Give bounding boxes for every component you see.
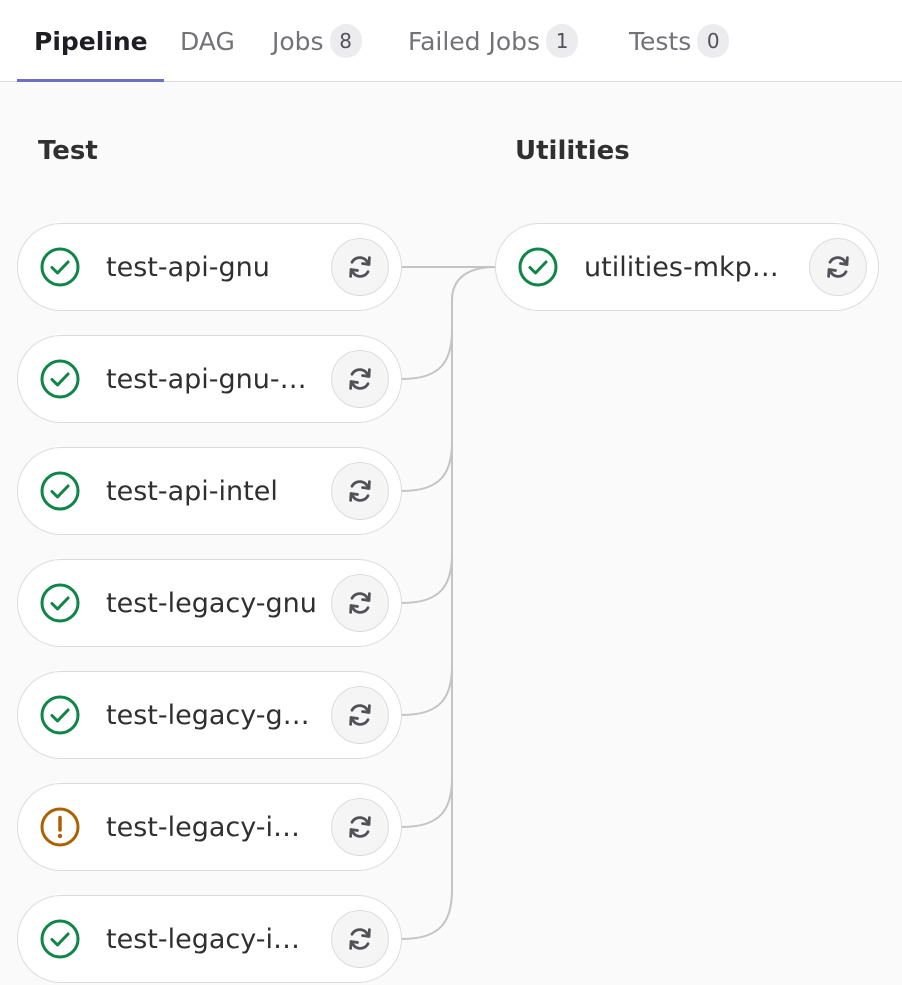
check-circle-icon <box>40 583 80 623</box>
tab-failed-jobs[interactable]: Failed Jobs 1 <box>408 0 579 82</box>
tab-label: DAG <box>180 26 235 56</box>
check-circle-icon <box>40 471 80 511</box>
job-name: test-api-gnu <box>106 251 270 283</box>
retry-icon <box>349 256 371 278</box>
stage-title-utilities: Utilities <box>515 136 630 166</box>
job-test-api-gnu-2[interactable]: test-api-gnu-… <box>17 335 402 423</box>
connector-line <box>401 300 453 940</box>
retry-button[interactable] <box>331 238 389 296</box>
check-circle-icon <box>40 247 80 287</box>
retry-icon <box>349 592 371 614</box>
job-name: test-legacy-g… <box>106 699 310 731</box>
job-test-legacy-g[interactable]: test-legacy-g… <box>17 671 402 759</box>
job-name: test-api-gnu-… <box>106 363 307 395</box>
job-name: test-legacy-i… <box>106 923 300 955</box>
check-circle-icon <box>518 247 558 287</box>
tab-jobs[interactable]: Jobs 8 <box>272 0 362 82</box>
job-utilities-mkp[interactable]: utilities-mkp… <box>495 223 879 311</box>
retry-button[interactable] <box>331 350 389 408</box>
tab-dag[interactable]: DAG <box>180 0 235 82</box>
check-circle-icon <box>40 695 80 735</box>
retry-icon <box>349 368 371 390</box>
failed-jobs-count-badge: 1 <box>546 24 579 58</box>
tab-pipeline[interactable]: Pipeline <box>34 0 148 82</box>
job-test-api-intel[interactable]: test-api-intel <box>17 447 402 535</box>
stage-title-test: Test <box>38 136 98 166</box>
exclamation-circle-icon <box>40 807 80 847</box>
job-test-legacy-i-warning[interactable]: test-legacy-i… <box>17 783 402 871</box>
retry-icon <box>349 704 371 726</box>
tab-label: Jobs <box>272 26 324 56</box>
tab-label: Tests <box>629 26 692 56</box>
retry-button[interactable] <box>331 574 389 632</box>
connector-line <box>401 266 496 380</box>
active-tab-indicator <box>17 79 164 82</box>
retry-button[interactable] <box>331 798 389 856</box>
job-name: test-legacy-i… <box>106 811 300 843</box>
retry-button[interactable] <box>809 238 867 296</box>
connector-line <box>401 300 453 492</box>
job-name: utilities-mkp… <box>584 251 779 283</box>
connector-line <box>401 300 453 604</box>
retry-button[interactable] <box>331 686 389 744</box>
job-name: test-api-intel <box>106 475 278 507</box>
retry-icon <box>349 928 371 950</box>
job-test-api-gnu[interactable]: test-api-gnu <box>17 223 402 311</box>
check-circle-icon <box>40 919 80 959</box>
check-circle-icon <box>40 359 80 399</box>
tab-label: Failed Jobs <box>408 26 541 56</box>
retry-button[interactable] <box>331 910 389 968</box>
job-name: test-legacy-gnu <box>106 587 317 619</box>
retry-icon <box>349 816 371 838</box>
tab-tests[interactable]: Tests 0 <box>629 0 730 82</box>
retry-icon <box>349 480 371 502</box>
pipeline-page: Pipeline DAG Jobs 8 Failed Jobs 1 Tests … <box>0 0 902 985</box>
retry-icon <box>827 256 849 278</box>
retry-button[interactable] <box>331 462 389 520</box>
tests-count-badge: 0 <box>697 24 730 58</box>
connector-line <box>401 300 453 716</box>
pipeline-tabs: Pipeline DAG Jobs 8 Failed Jobs 1 Tests … <box>0 0 902 82</box>
job-test-legacy-gnu[interactable]: test-legacy-gnu <box>17 559 402 647</box>
tab-label: Pipeline <box>34 26 148 56</box>
job-test-legacy-i-success[interactable]: test-legacy-i… <box>17 895 402 983</box>
jobs-count-badge: 8 <box>329 24 362 58</box>
connector-line <box>401 300 453 828</box>
